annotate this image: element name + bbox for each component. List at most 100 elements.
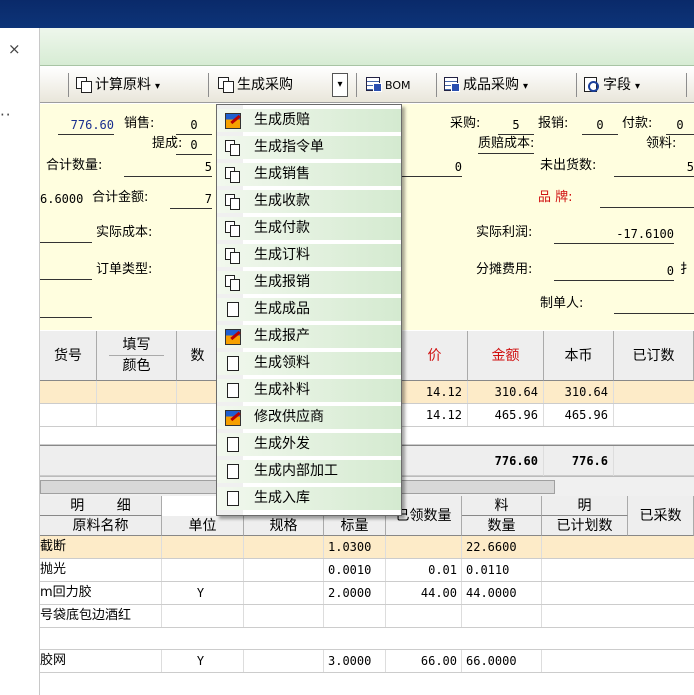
creator-field[interactable] xyxy=(614,296,694,314)
allocation-tail: 扌 xyxy=(680,262,694,277)
total-local-cell: 776.6 xyxy=(544,446,614,476)
col-header-qty[interactable]: 数量 xyxy=(462,516,542,536)
menu-item-generate-instruction[interactable]: 生成指令单 xyxy=(217,136,401,159)
qty-cell xyxy=(462,605,542,627)
reimburse-field[interactable]: 0 xyxy=(582,116,618,135)
allocation-field[interactable]: 0 xyxy=(554,262,674,281)
fields-button[interactable]: 字段 ▾ xyxy=(584,73,640,97)
col-header-ordered[interactable]: 已订数 xyxy=(614,331,694,381)
creator-label: 制单人: xyxy=(540,296,584,311)
calc-material-label: 计算原料 xyxy=(95,77,151,93)
price-cell: 14.12 xyxy=(402,404,468,426)
top-amount-field[interactable]: 776.60 xyxy=(58,116,114,135)
col-header-fill-color[interactable]: 填写 颜色 xyxy=(97,331,177,381)
col-header-spec[interactable]: 规格 xyxy=(244,516,324,536)
col-header-material-name[interactable]: 原料名称 xyxy=(40,516,162,536)
undelivered-field[interactable]: 5 xyxy=(614,158,694,177)
close-icon[interactable]: × xyxy=(8,40,21,58)
plan-group-header: 明 xyxy=(542,496,628,516)
col-header-planned[interactable]: 已计划数 xyxy=(542,516,628,536)
actual-cost-line xyxy=(40,225,92,243)
material-name-cell: 号袋底包边酒红 xyxy=(40,605,162,627)
menu-item-generate-payment[interactable]: 生成付款 xyxy=(217,217,401,240)
purchase-field[interactable]: 5 xyxy=(498,116,534,135)
left-amount-field[interactable]: 6.6000 xyxy=(40,190,83,208)
menu-item-generate-outsource[interactable]: 生成外发 xyxy=(217,433,401,456)
table-row[interactable]: m回力胶 Y 2.0000 44.00 44.0000 xyxy=(40,582,694,605)
material-name-cell: 抛光 xyxy=(40,559,162,581)
document-icon xyxy=(225,302,240,317)
bom-button[interactable]: BOM xyxy=(366,73,411,97)
menu-item-generate-product[interactable]: 生成成品 xyxy=(217,298,401,321)
left-panel: × ·· xyxy=(0,28,40,695)
allocation-label: 分摊费用: xyxy=(476,262,533,277)
pickup-field[interactable]: 0 xyxy=(176,136,212,155)
copy-icon xyxy=(218,77,234,93)
payment-field[interactable]: 0 xyxy=(666,116,694,135)
total-amount-field[interactable]: 7 xyxy=(170,190,212,209)
detail-group-a: 明 xyxy=(70,498,85,514)
product-purchase-label: 成品采购 xyxy=(463,77,519,93)
actual-profit-field[interactable]: -17.6100 xyxy=(554,225,674,244)
menu-item-generate-internal-processing[interactable]: 生成内部加工 xyxy=(217,460,401,483)
grid-icon xyxy=(366,77,382,92)
calc-material-button[interactable]: 计算原料 ▾ xyxy=(76,73,160,97)
menu-item-generate-stock-in[interactable]: 生成入库 xyxy=(217,487,401,510)
table-row[interactable]: 截断 1.0300 22.6600 xyxy=(40,536,694,559)
sales-label: 销售: xyxy=(124,116,155,131)
col-header-amount[interactable]: 金额 xyxy=(468,331,544,381)
total-qty-field[interactable]: 5 xyxy=(124,158,212,177)
col-header-qty[interactable]: 数 xyxy=(177,331,219,381)
menu-item-generate-sales[interactable]: 生成销售 xyxy=(217,163,401,186)
total-qty-label: 合计数量: xyxy=(46,158,103,173)
col-header-std-qty[interactable]: 标量 xyxy=(324,516,386,536)
std-qty-cell: 0.0010 xyxy=(324,559,386,581)
payment-label: 付款: xyxy=(622,116,653,131)
document-icon xyxy=(225,437,240,452)
qty-cell: 0.0110 xyxy=(462,559,542,581)
col-header-item-no[interactable]: 货号 xyxy=(40,331,97,381)
received-cell: 44.00 xyxy=(386,582,462,604)
col-header-unit[interactable]: 单位 xyxy=(162,516,244,536)
col-header-purchased[interactable]: 已采数 xyxy=(628,496,694,536)
menu-item-edit-supplier[interactable]: 修改供应商 xyxy=(217,406,401,429)
menu-item-generate-receipt[interactable]: 生成收款 xyxy=(217,190,401,213)
generate-purchase-button[interactable]: 生成采购 xyxy=(218,73,293,97)
toolbar-separator xyxy=(68,73,69,97)
title-bar xyxy=(0,0,694,28)
menu-item-generate-reimbursement[interactable]: 生成报销 xyxy=(217,271,401,294)
amount-cell: 310.64 xyxy=(468,381,544,403)
std-qty-cell: 1.0300 xyxy=(324,536,386,558)
received-cell: 66.00 xyxy=(386,650,462,672)
copy-icon xyxy=(225,221,240,237)
menu-item-generate-qc[interactable]: 生成质赔 xyxy=(217,109,401,132)
blank-row xyxy=(40,628,694,650)
sales-field[interactable]: 0 xyxy=(176,116,212,135)
document-icon xyxy=(225,491,240,506)
copy-icon xyxy=(76,77,92,93)
generate-purchase-label: 生成采购 xyxy=(237,77,293,93)
menu-item-generate-material-order[interactable]: 生成订料 xyxy=(217,244,401,267)
edit-icon xyxy=(225,329,241,345)
menu-item-generate-supplement[interactable]: 生成补料 xyxy=(217,379,401,402)
menu-item-generate-production-report[interactable]: 生成报产 xyxy=(217,325,401,348)
std-qty-cell: 2.0000 xyxy=(324,582,386,604)
table-row[interactable]: 号袋底包边酒红 xyxy=(40,605,694,628)
table-row[interactable]: 抛光 0.0010 0.01 0.0110 xyxy=(40,559,694,582)
product-purchase-button[interactable]: 成品采购 ▾ xyxy=(444,73,528,97)
generate-purchase-dropdown[interactable]: ▾ xyxy=(332,73,348,97)
chevron-down-icon: ▾ xyxy=(155,81,161,92)
table-row[interactable]: 胶网 Y 3.0000 66.00 66.0000 xyxy=(40,650,694,673)
more-icon[interactable]: ·· xyxy=(0,106,12,124)
unit-cell: Y xyxy=(162,582,244,604)
menu-item-generate-material-pick[interactable]: 生成领料 xyxy=(217,352,401,375)
brand-field[interactable] xyxy=(600,190,694,208)
toolbar-separator xyxy=(436,73,437,97)
col-header-local[interactable]: 本币 xyxy=(544,331,614,381)
copy-icon xyxy=(225,167,240,183)
fields-label: 字段 xyxy=(603,77,631,93)
total-amount-cell: 776.60 xyxy=(468,446,544,476)
col-header-price[interactable]: 价 xyxy=(402,331,468,381)
col-header-fill: 填写 xyxy=(122,337,151,353)
qc-cost-field[interactable]: 0 xyxy=(400,158,462,177)
